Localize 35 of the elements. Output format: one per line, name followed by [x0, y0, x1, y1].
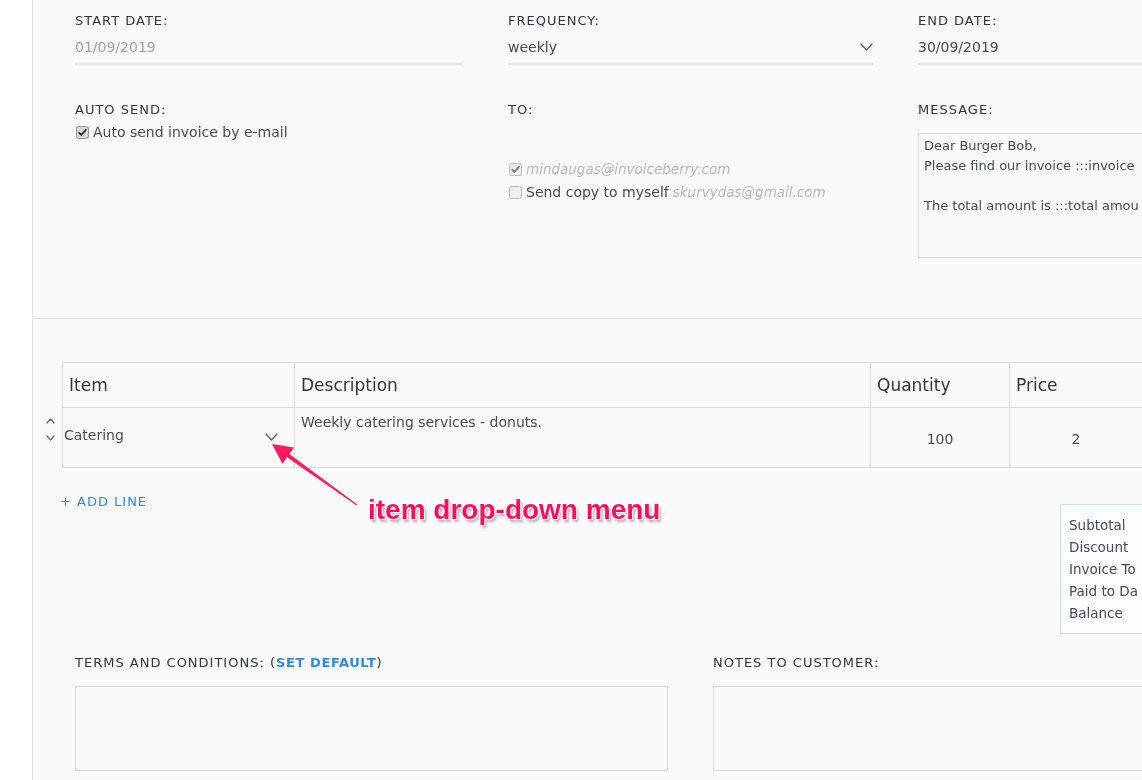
column-header: Description: [294, 362, 871, 408]
checkbox[interactable]: [76, 125, 89, 139]
select-field[interactable]: weekly: [508, 37, 873, 65]
checkbox-label: Auto send invoice by e-mail: [93, 123, 288, 142]
totals-label: Discount: [1069, 538, 1130, 557]
chevron-down-icon[interactable]: [45, 435, 55, 441]
terms-field[interactable]: [75, 686, 668, 771]
message-field[interactable]: Dear Burger Bob, Please find our invoice :::invoice The total amount is :::total amou: [918, 133, 1142, 258]
section-label: TERMS AND CONDITIONS: (SET DEFAULT): [75, 654, 384, 672]
field-label: AUTO SEND:: [75, 101, 168, 119]
totals-label: Balance: [1069, 604, 1124, 623]
email-text: skurvydas@gmail.com: [672, 183, 826, 202]
description-field[interactable]: Weekly catering services - donuts.: [294, 407, 871, 468]
chevron-down-icon: [860, 43, 873, 51]
checkbox-label: Send copy to myself: [526, 183, 669, 202]
checkbox[interactable]: [509, 185, 522, 199]
date-field[interactable]: 30/09/2019: [918, 37, 1142, 65]
column-header: Price: [1009, 362, 1142, 408]
field-label: FREQUENCY:: [508, 12, 601, 30]
section-label: NOTES TO CUSTOMER:: [713, 654, 881, 672]
notes-field[interactable]: [713, 686, 1142, 771]
column-header: Quantity: [870, 362, 1010, 408]
field-label: TO:: [508, 101, 535, 119]
chevron-up-icon[interactable]: [45, 418, 55, 424]
column-header: Item: [62, 362, 295, 408]
totals-label: Invoice To: [1069, 560, 1137, 579]
quantity-field[interactable]: 100: [870, 407, 1010, 468]
field-label: START DATE:: [75, 12, 170, 30]
totals-label: Paid to Da: [1069, 582, 1139, 601]
field-label: MESSAGE:: [918, 101, 995, 119]
field-label: END DATE:: [918, 12, 999, 30]
totals-label: Subtotal: [1069, 516, 1127, 535]
chevron-down-icon: [265, 433, 278, 441]
email-text: mindaugas@invoiceberry.com: [526, 160, 731, 179]
annotation-text: item drop-down menu: [368, 496, 661, 524]
